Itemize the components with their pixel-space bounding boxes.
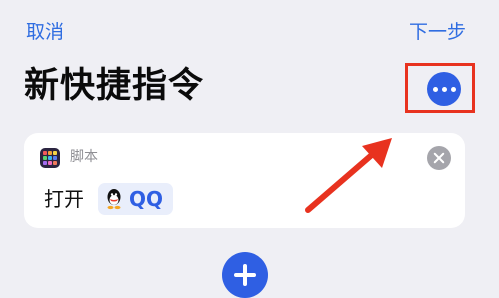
next-step-button[interactable]: 下一步 (409, 20, 466, 44)
cancel-button[interactable]: 取消 (26, 20, 64, 44)
page-title: 新快捷指令 (24, 66, 205, 106)
annotation-arrow-icon (305, 138, 392, 213)
annotation-highlight-box (405, 63, 475, 113)
qq-penguin-icon (107, 189, 121, 210)
action-category-label: 脚本 (70, 149, 98, 165)
app-parameter-token[interactable]: QQ (98, 183, 174, 215)
app-token-label: QQ (129, 187, 164, 211)
clear-icon[interactable] (427, 146, 451, 170)
add-action-button[interactable] (222, 252, 268, 298)
scripting-app-icon (40, 148, 60, 168)
action-verb: 打开 (44, 187, 84, 211)
